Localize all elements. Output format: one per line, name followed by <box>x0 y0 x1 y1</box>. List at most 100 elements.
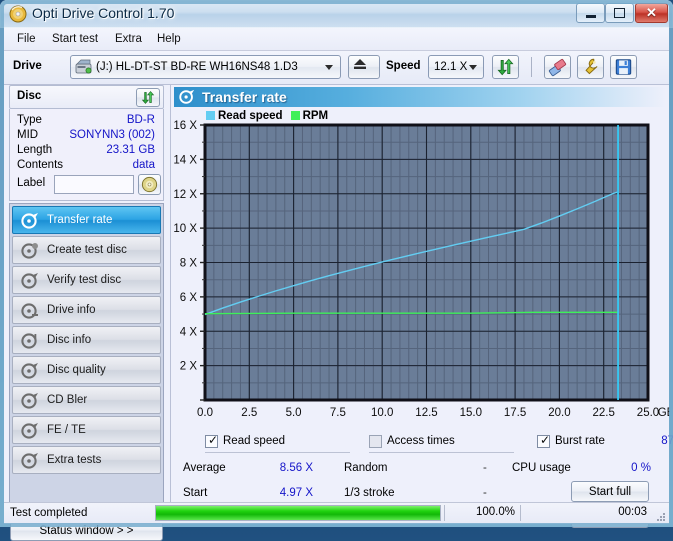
svg-text:4 X: 4 X <box>180 326 198 338</box>
eraser-icon <box>548 58 567 77</box>
toolbar: Drive (J:) HL-DT-ST BD-RE WH16NS48 1.D3 … <box>4 51 669 85</box>
window-title: Opti Drive Control 1.70 <box>32 5 175 21</box>
sidebar-label: Disc info <box>47 334 92 346</box>
read-speed-checkbox-row[interactable]: ✓ Read speed <box>205 433 350 453</box>
result-value-average: 8.56 X <box>279 462 313 474</box>
eject-button[interactable] <box>348 55 380 79</box>
nav-list: Transfer rate Create test disc Verify te… <box>9 203 164 518</box>
disc-key-type: Type <box>17 114 42 126</box>
close-icon: ✕ <box>646 5 657 20</box>
app-window: Opti Drive Control 1.70 ✕ File Start tes… <box>0 0 673 541</box>
disc-test-icon <box>21 213 38 229</box>
access-times-checkbox-row[interactable]: Access times <box>369 434 514 453</box>
disc-row-mid: MID SONYNN3 (002) <box>10 129 163 145</box>
disc-refresh-button[interactable] <box>136 88 160 107</box>
progress-percent: 100.0% <box>475 506 515 518</box>
chart-panel: Transfer rate Read speed RPM 2 X4 X6 X8 … <box>170 85 673 528</box>
minimize-button[interactable] <box>576 3 605 23</box>
stroke-label-random: Random <box>344 462 388 474</box>
status-message: Test completed <box>10 507 88 519</box>
plot-area[interactable]: 2 X 4 X 6 X 8 X 10 X 12 X 14 X 16 X 0.0 2.5 5.0 7.5… <box>171 85 670 523</box>
erase-button[interactable] <box>544 55 571 79</box>
result-value-start: 4.97 X <box>279 487 313 499</box>
burst-rate-checkbox-row[interactable]: ✓ Burst rate 87.2 MB/s <box>537 433 673 452</box>
sidebar-item-disc-quality[interactable]: Disc quality <box>12 356 161 384</box>
maximize-button[interactable] <box>605 3 634 23</box>
svg-text:10 X: 10 X <box>173 223 197 235</box>
sidebar-label: CD Bler <box>47 394 88 406</box>
result-label-start: Start <box>183 487 208 499</box>
progress-fill <box>156 506 440 520</box>
drive-value: (J:) HL-DT-ST BD-RE WH16NS48 1.D3 <box>96 61 298 73</box>
toolbar-divider <box>531 57 532 77</box>
disc-icon <box>9 5 27 23</box>
sidebar-item-drive-info[interactable]: Drive info <box>12 296 161 324</box>
disc-quality-icon <box>21 363 38 379</box>
disc-fete-icon <box>21 423 38 439</box>
refresh-icon <box>497 58 514 76</box>
sidebar-item-cd-bler[interactable]: CD Bler <box>12 386 161 414</box>
drive-select[interactable]: (J:) HL-DT-ST BD-RE WH16NS48 1.D3 <box>70 55 341 79</box>
title-bar[interactable]: Opti Drive Control 1.70 ✕ <box>0 0 673 28</box>
speed-select[interactable]: 12.1 X <box>428 55 484 79</box>
burst-rate-checkbox[interactable]: ✓ <box>537 433 551 448</box>
access-times-checkbox[interactable] <box>369 435 382 448</box>
chevron-down-icon <box>325 65 333 70</box>
menu-file[interactable]: File <box>10 31 43 47</box>
svg-text:15.0: 15.0 <box>460 407 482 419</box>
disc-key-mid: MID <box>17 129 39 141</box>
sidebar-item-disc-info[interactable]: Disc info <box>12 326 161 354</box>
minimize-icon <box>577 4 604 22</box>
sidebar-item-create-test-disc[interactable]: Create test disc <box>12 236 161 264</box>
svg-text:2 X: 2 X <box>180 361 198 373</box>
menu-help[interactable]: Help <box>150 31 188 47</box>
svg-text:10.0: 10.0 <box>371 407 393 419</box>
refresh-button[interactable] <box>492 55 519 79</box>
disc-info-panel: Type BD-R MID SONYNN3 (002) Length 23.31… <box>9 109 164 201</box>
divider <box>369 452 514 453</box>
sidebar-item-transfer-rate[interactable]: Transfer rate <box>12 206 161 234</box>
disc-val-contents: data <box>132 159 155 171</box>
svg-text:22.5: 22.5 <box>593 407 615 419</box>
start-full-button[interactable]: Start full <box>571 481 649 502</box>
tools-button[interactable] <box>577 55 604 79</box>
burst-rate-label: Burst rate <box>555 435 605 447</box>
elapsed-time-cell: 00:03 <box>524 505 664 521</box>
cd-icon <box>141 176 158 193</box>
svg-text:12 X: 12 X <box>173 189 197 201</box>
sidebar-label: Create test disc <box>47 244 127 256</box>
sidebar-label: Drive info <box>47 304 96 316</box>
divider <box>205 452 350 453</box>
tools-icon <box>585 58 598 75</box>
close-button[interactable]: ✕ <box>635 3 668 23</box>
speed-value: 12.1 X <box>434 61 468 73</box>
cpu-usage-label: CPU usage <box>512 462 571 474</box>
chevron-down-icon <box>469 65 477 70</box>
drive-label: Drive <box>13 60 42 72</box>
svg-text:25.0: 25.0 <box>637 407 659 419</box>
save-button[interactable] <box>610 55 637 79</box>
drive-info-icon <box>21 303 38 319</box>
resize-grip-icon[interactable] <box>655 511 666 522</box>
check-icon: ✓ <box>540 433 551 447</box>
status-bar: Test completed 100.0% 00:03 <box>4 502 669 524</box>
sidebar-label: Disc quality <box>47 364 106 376</box>
disc-label-input[interactable] <box>54 175 134 194</box>
maximize-icon <box>606 4 633 22</box>
disc-row-type: Type BD-R <box>10 114 163 130</box>
refresh-icon <box>141 91 155 104</box>
access-times-label: Access times <box>387 435 455 447</box>
save-icon <box>615 59 632 75</box>
disc-label-cd-button[interactable] <box>138 174 161 195</box>
disc-key-length: Length <box>17 144 53 156</box>
read-speed-checkbox[interactable]: ✓ <box>205 433 219 448</box>
svg-text:2.5: 2.5 <box>241 407 257 419</box>
sidebar-item-fe-te[interactable]: FE / TE <box>12 416 161 444</box>
menu-extra[interactable]: Extra <box>108 31 149 47</box>
check-icon: ✓ <box>208 433 219 447</box>
sidebar-item-verify-test-disc[interactable]: Verify test disc <box>12 266 161 294</box>
sidebar-item-extra-tests[interactable]: Extra tests <box>12 446 161 474</box>
menu-start-test[interactable]: Start test <box>45 31 105 47</box>
burst-rate-value: 87.2 MB/s <box>661 435 673 447</box>
elapsed-time: 00:03 <box>618 506 647 518</box>
